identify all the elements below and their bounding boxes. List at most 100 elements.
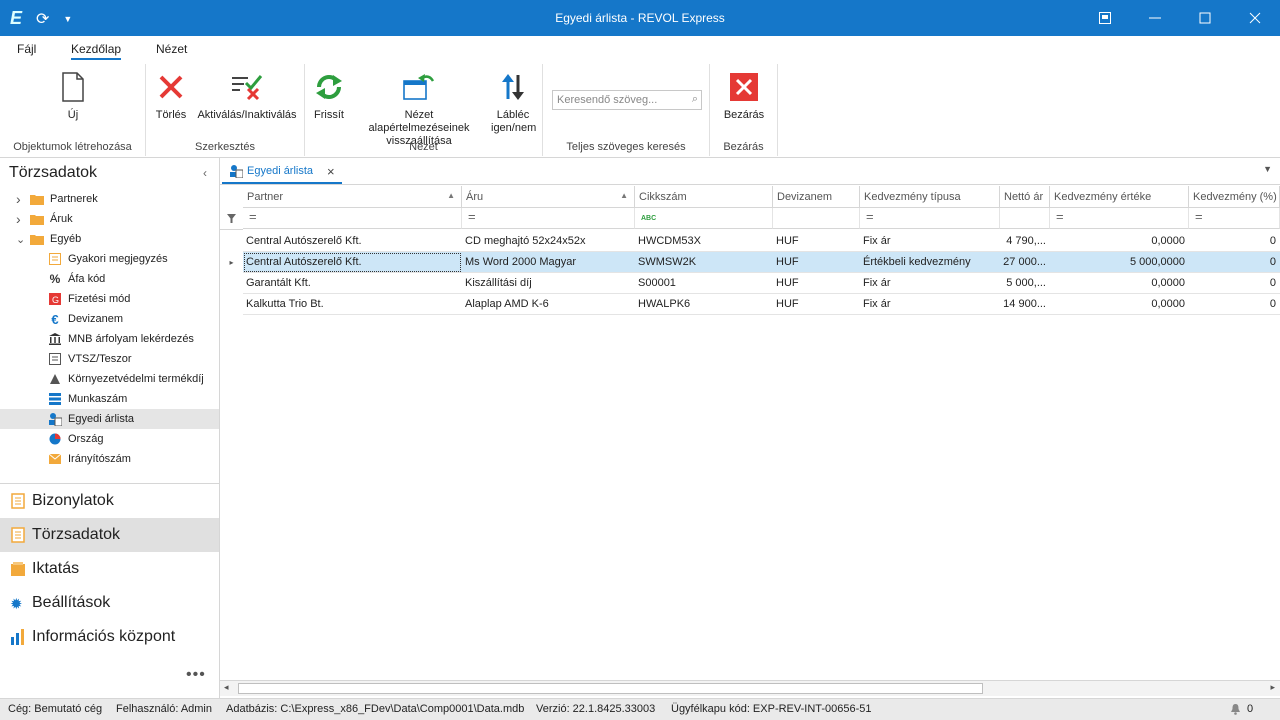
filter-cell[interactable] <box>773 208 860 229</box>
nav-item-inform-ci-s-k-zpont[interactable]: Információs központ <box>0 620 219 654</box>
table-cell[interactable]: 0 <box>1189 294 1280 315</box>
search-icon[interactable]: ⌕ <box>692 93 698 106</box>
table-row[interactable]: Garantált Kft. Kiszállítási díj S00001 HUF F… <box>220 273 1280 294</box>
scroll-right-icon[interactable]: ▸ <box>1270 682 1275 693</box>
reset-view-button[interactable]: Nézet alapértelmezéseinek visszaállítása <box>353 70 485 148</box>
menu-view[interactable]: Nézet <box>156 42 187 56</box>
filter-cell[interactable]: = <box>860 208 1000 229</box>
row-indicator[interactable] <box>220 231 243 252</box>
column-header-0[interactable]: Partner ▲ <box>243 186 462 208</box>
column-header-3[interactable]: Devizanem <box>773 186 860 208</box>
table-cell[interactable]: HWCDM53X <box>635 231 773 252</box>
table-cell[interactable]: 0 <box>1189 231 1280 252</box>
tree-item-fizet-si-m-d[interactable]: G Fizetési mód <box>0 289 219 309</box>
ribbon-display-options-button[interactable] <box>1080 0 1130 36</box>
expand-icon[interactable]: ⌄ <box>16 233 25 246</box>
tree-item-egy-b[interactable]: ⌄ Egyéb <box>0 229 219 249</box>
tab-list-dropdown-icon[interactable]: ▼ <box>1263 164 1272 174</box>
table-cell[interactable]: Ms Word 2000 Magyar <box>462 252 635 273</box>
minimize-button[interactable] <box>1130 0 1180 36</box>
table-cell[interactable]: CD meghajtó 52x24x52x <box>462 231 635 252</box>
tree-item-ir-ny-t-sz-m[interactable]: Irányítószám <box>0 449 219 469</box>
tab-egyedi-arlista[interactable]: Egyedi árlista × <box>222 160 342 184</box>
nav-item-t-rzsadatok[interactable]: Törzsadatok <box>0 518 219 552</box>
footer-toggle-button[interactable]: Lábléc igen/nem <box>491 70 536 135</box>
tree-item-mnb-rfolyam-lek-rdez-s[interactable]: MNB árfolyam lekérdezés <box>0 329 219 349</box>
table-row[interactable]: ▸ Central Autószerelő Kft. Ms Word 2000 Ma… <box>220 252 1280 273</box>
filter-row-icon[interactable] <box>220 208 243 230</box>
filter-cell[interactable]: = <box>462 208 635 229</box>
table-cell[interactable]: Kiszállítási díj <box>462 273 635 294</box>
table-cell[interactable]: Alaplap AMD K-6 <box>462 294 635 315</box>
tree-item-munkasz-m[interactable]: Munkaszám <box>0 389 219 409</box>
nav-item-iktat-s[interactable]: Iktatás <box>0 552 219 586</box>
scrollbar-thumb[interactable] <box>238 683 983 694</box>
table-cell[interactable]: 14 900... <box>1000 294 1050 315</box>
table-cell[interactable]: HUF <box>773 252 860 273</box>
table-row[interactable]: Kalkutta Trio Bt. Alaplap AMD K-6 HWALPK6 H… <box>220 294 1280 315</box>
table-cell[interactable]: 0 <box>1189 252 1280 273</box>
row-indicator-icon[interactable]: ▸ <box>220 252 243 273</box>
close-window-button[interactable] <box>1230 0 1280 36</box>
tree-item-devizanem[interactable]: € Devizanem <box>0 309 219 329</box>
table-cell[interactable]: HUF <box>773 273 860 294</box>
filter-cell[interactable]: ABC <box>635 208 773 229</box>
menu-file[interactable]: Fájl <box>17 42 36 56</box>
nav-item-be-ll-t-sok[interactable]: ✹ Beállítások <box>0 586 219 620</box>
column-header-2[interactable]: Cikkszám <box>635 186 773 208</box>
refresh-button[interactable]: Frissít <box>311 70 347 122</box>
table-cell[interactable]: 4 790,... <box>1000 231 1050 252</box>
delete-button[interactable]: Törlés <box>152 70 190 122</box>
activate-deactivate-button[interactable]: Aktiválás/Inaktiválás <box>196 70 298 122</box>
filter-cell[interactable]: = <box>1189 208 1280 229</box>
table-cell[interactable]: Kalkutta Trio Bt. <box>243 294 462 315</box>
nav-item-bizonylatok[interactable]: Bizonylatok <box>0 484 219 518</box>
search-input[interactable]: Keresendő szöveg... ⌕ <box>552 90 702 110</box>
table-cell[interactable]: 5 000,... <box>1000 273 1050 294</box>
table-cell[interactable]: Értékbeli kedvezmény <box>860 252 1000 273</box>
close-tab-button[interactable]: Bezárás <box>716 70 772 122</box>
tree-item-orsz-g[interactable]: Ország <box>0 429 219 449</box>
horizontal-scrollbar[interactable]: ◂ ▸ <box>220 680 1280 696</box>
tree-item-egyedi-rlista[interactable]: Egyedi árlista <box>0 409 219 429</box>
filter-cell[interactable] <box>1000 208 1050 229</box>
table-row[interactable]: Central Autószerelő Kft. CD meghajtó 52x2… <box>220 231 1280 252</box>
filter-cell[interactable]: = <box>1050 208 1189 229</box>
collapse-sidebar-icon[interactable]: ‹ <box>203 166 207 180</box>
column-header-5[interactable]: Nettó ár <box>1000 186 1050 208</box>
expand-icon[interactable]: › <box>16 191 21 207</box>
table-cell[interactable]: S00001 <box>635 273 773 294</box>
table-cell[interactable]: 0,0000 <box>1050 273 1189 294</box>
column-header-7[interactable]: Kedvezmény (%) <box>1189 186 1280 208</box>
expand-icon[interactable]: › <box>16 211 21 227</box>
close-tab-icon[interactable]: × <box>327 164 335 179</box>
bell-icon[interactable] <box>1230 703 1241 718</box>
table-cell[interactable]: 27 000... <box>1000 252 1050 273</box>
tree-item-k-rnyezetv-delmi-term-kd-j[interactable]: Környezetvédelmi termékdíj <box>0 369 219 389</box>
column-header-6[interactable]: Kedvezmény értéke <box>1050 186 1189 208</box>
table-cell[interactable]: 0,0000 <box>1050 231 1189 252</box>
tree-item-gyakori-megjegyz-s[interactable]: Gyakori megjegyzés <box>0 249 219 269</box>
table-cell[interactable]: 0,0000 <box>1050 294 1189 315</box>
table-cell[interactable]: Fix ár <box>860 231 1000 252</box>
new-button[interactable]: Új <box>53 70 93 122</box>
row-indicator[interactable] <box>220 273 243 294</box>
column-header-1[interactable]: Áru ▲ <box>462 186 635 208</box>
tree-item-partnerek[interactable]: › Partnerek <box>0 189 219 209</box>
tree-item--fa-k-d[interactable]: % Áfa kód <box>0 269 219 289</box>
tree-item--ruk[interactable]: › Áruk <box>0 209 219 229</box>
table-cell[interactable]: 0 <box>1189 273 1280 294</box>
maximize-button[interactable] <box>1180 0 1230 36</box>
table-cell[interactable]: HWALPK6 <box>635 294 773 315</box>
table-cell[interactable]: Fix ár <box>860 294 1000 315</box>
table-cell[interactable]: SWMSW2K <box>635 252 773 273</box>
scroll-left-icon[interactable]: ◂ <box>224 682 229 693</box>
column-header-4[interactable]: Kedvezmény típusa <box>860 186 1000 208</box>
table-cell[interactable]: HUF <box>773 294 860 315</box>
menu-home[interactable]: Kezdőlap <box>71 42 122 60</box>
table-cell[interactable]: Fix ár <box>860 273 1000 294</box>
table-cell[interactable]: 5 000,0000 <box>1050 252 1189 273</box>
table-cell[interactable]: Central Autószerelő Kft. <box>243 252 462 273</box>
tree-item-vtsz-teszor[interactable]: VTSZ/Teszor <box>0 349 219 369</box>
filter-cell[interactable]: = <box>243 208 462 229</box>
